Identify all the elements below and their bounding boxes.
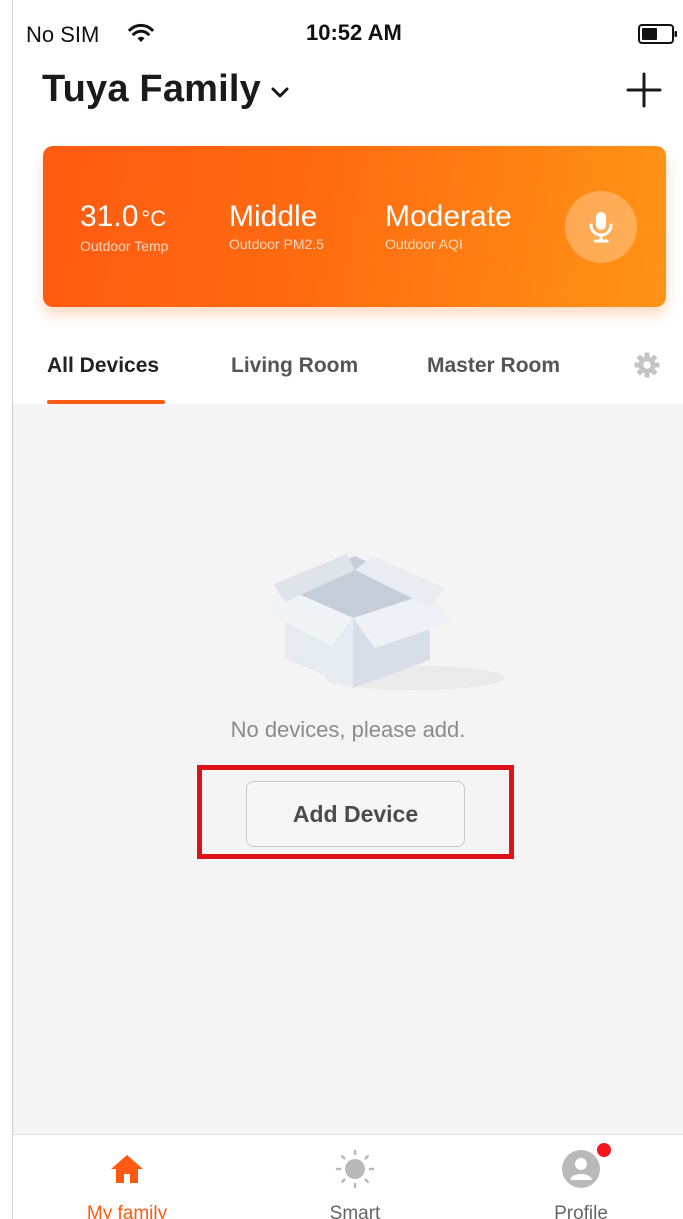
- aqi-value: Moderate: [385, 200, 512, 233]
- tab-master-room[interactable]: Master Room: [427, 354, 560, 378]
- add-icon[interactable]: [626, 72, 662, 108]
- carrier-label: No SIM: [26, 22, 100, 47]
- home-icon: [111, 1155, 143, 1183]
- wifi-icon: [128, 23, 154, 42]
- pm25-label: Outdoor PM2.5: [229, 236, 324, 252]
- temp-label: Outdoor Temp: [80, 238, 169, 254]
- empty-box-icon: [259, 554, 505, 690]
- outdoor-pm25: Middle Outdoor PM2.5: [229, 200, 324, 252]
- outdoor-aqi: Moderate Outdoor AQI: [385, 200, 512, 252]
- nav-my-family-label: My family: [86, 1203, 168, 1219]
- pm25-value: Middle: [229, 200, 318, 233]
- room-tabs: All Devices Living Room Master Room: [13, 330, 683, 404]
- nav-profile-label: Profile: [554, 1203, 608, 1219]
- outdoor-temp: 31.0 °C Outdoor Temp: [80, 200, 168, 254]
- weather-card: 31.0 °C Outdoor Temp Middle Outdoor PM2.5…: [43, 146, 666, 307]
- nav-profile[interactable]: Profile: [511, 1135, 651, 1219]
- sun-icon: [335, 1149, 375, 1189]
- device-list-empty: No devices, please add. Add Device: [13, 404, 683, 1134]
- temp-unit: °C: [141, 206, 167, 231]
- nav-smart[interactable]: Smart: [285, 1135, 425, 1219]
- chevron-down-icon: [271, 87, 289, 97]
- app-screen: No SIM 10:52 AM Tuya Family 31.0 °C Outdo…: [0, 0, 683, 1219]
- home-selector[interactable]: Tuya Family: [42, 68, 289, 111]
- empty-message: No devices, please add.: [230, 717, 466, 742]
- add-device-button[interactable]: Add Device: [246, 781, 465, 847]
- notification-badge: [597, 1143, 611, 1157]
- microphone-icon: [589, 212, 613, 243]
- temp-value: 31.0: [80, 200, 139, 233]
- bottom-nav: My family Smart Profile: [13, 1134, 683, 1219]
- nav-my-family[interactable]: My family: [57, 1135, 197, 1219]
- aqi-label: Outdoor AQI: [385, 236, 463, 252]
- nav-smart-label: Smart: [329, 1203, 381, 1219]
- tab-living-room[interactable]: Living Room: [231, 354, 358, 378]
- gear-icon[interactable]: [634, 352, 660, 378]
- home-title: Tuya Family: [42, 68, 262, 110]
- status-bar: No SIM 10:52 AM: [13, 0, 683, 62]
- voice-button[interactable]: [565, 191, 637, 263]
- profile-icon: [562, 1150, 600, 1188]
- tab-all-devices[interactable]: All Devices: [47, 354, 159, 378]
- battery-icon: [638, 24, 677, 44]
- clock: 10:52 AM: [306, 20, 402, 45]
